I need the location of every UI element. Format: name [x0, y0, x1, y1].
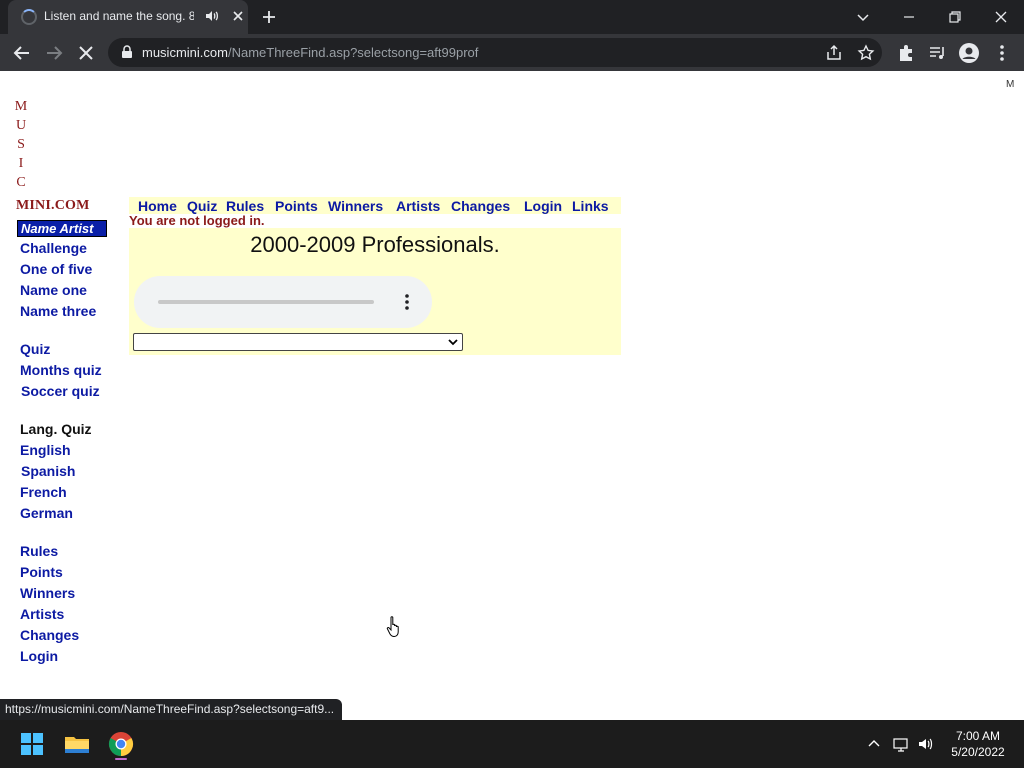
quiz-panel: 2000-2009 Professionals. [129, 228, 621, 355]
sidebar-link-german[interactable]: German [20, 505, 73, 521]
sidebar-link-winners[interactable]: Winners [20, 585, 75, 601]
nav-link-quiz[interactable]: Quiz [187, 198, 217, 214]
page-content: M M U S I C MINI.COM Name Artist Challen… [0, 71, 1024, 720]
tab-title: Listen and name the song. 8( [44, 9, 194, 23]
audio-progress-track[interactable] [158, 300, 374, 304]
sidebar-link-artists[interactable]: Artists [20, 606, 64, 622]
logo-letter: S [17, 137, 25, 152]
link-status-bubble: https://musicmini.com/NameThreeFind.asp?… [0, 699, 343, 720]
chrome-icon[interactable] [105, 728, 137, 760]
windows-taskbar: 7:00 AM 5/20/2022 [0, 720, 1024, 768]
browser-tab[interactable]: Listen and name the song. 8( [8, 0, 248, 34]
sidebar-link-soccer-quiz[interactable]: Soccer quiz [21, 383, 100, 399]
network-icon[interactable] [892, 735, 910, 753]
address-url[interactable]: musicmini.com/NameThreeFind.asp?selectso… [142, 45, 478, 60]
sidebar-link-login[interactable]: Login [20, 648, 58, 664]
panel-title: 2000-2009 Professionals. [250, 232, 500, 257]
back-arrow-icon[interactable] [10, 41, 34, 65]
top-navigation: Home Quiz Rules Points Winners Artists C… [129, 197, 621, 214]
file-explorer-icon[interactable] [61, 728, 93, 760]
sidebar-link-name-three[interactable]: Name three [20, 303, 96, 319]
loading-spinner-icon [21, 9, 37, 25]
sidebar-link-changes[interactable]: Changes [20, 627, 79, 643]
forward-arrow-icon[interactable] [42, 41, 66, 65]
address-bar[interactable]: musicmini.com/NameThreeFind.asp?selectso… [108, 38, 882, 67]
browser-menu-icon[interactable] [990, 41, 1014, 65]
login-status-text: You are not logged in. [129, 213, 265, 228]
sidebar-link-spanish[interactable]: Spanish [21, 463, 75, 479]
speaker-icon[interactable] [204, 8, 220, 24]
name-artist-button[interactable]: Name Artist [17, 220, 107, 237]
sidebar-link-name-one[interactable]: Name one [20, 282, 87, 298]
sidebar-link-points[interactable]: Points [20, 564, 63, 580]
windows-start-icon[interactable] [16, 728, 48, 760]
clock-date: 5/20/2022 [951, 745, 1005, 759]
logo-letter: I [18, 156, 24, 171]
song-select-dropdown[interactable] [133, 333, 463, 351]
browser-toolbar: musicmini.com/NameThreeFind.asp?selectso… [0, 34, 1024, 71]
hand-cursor-icon [386, 616, 399, 637]
nav-link-winners[interactable]: Winners [328, 198, 383, 214]
volume-icon[interactable] [917, 735, 935, 753]
nav-link-artists[interactable]: Artists [396, 198, 440, 214]
close-window-icon[interactable] [989, 5, 1013, 29]
address-path: /NameThreeFind.asp?selectsong=aft99prof [227, 45, 479, 60]
nav-link-points[interactable]: Points [275, 198, 318, 214]
restore-icon[interactable] [943, 5, 967, 29]
chevron-down-icon [448, 339, 458, 346]
nav-link-changes[interactable]: Changes [451, 198, 510, 214]
sidebar-heading-lang-quiz: Lang. Quiz [20, 421, 92, 437]
new-tab-icon[interactable] [258, 6, 280, 28]
nav-link-login[interactable]: Login [524, 198, 562, 214]
nav-link-rules[interactable]: Rules [226, 198, 264, 214]
logo-letter: U [15, 118, 27, 133]
tray-chevron-up-icon[interactable] [865, 735, 883, 753]
clock-time: 7:00 AM [955, 729, 1001, 743]
music-logo-vertical[interactable]: M U S I C [13, 97, 29, 192]
audio-options-icon[interactable] [402, 293, 412, 311]
site-logo-text[interactable]: MINI.COM [16, 198, 90, 214]
sidebar-link-rules[interactable]: Rules [20, 543, 58, 559]
sidebar-link-french[interactable]: French [20, 484, 67, 500]
logo-letter: C [16, 175, 26, 190]
minimize-icon[interactable] [897, 5, 921, 29]
share-icon[interactable] [824, 43, 844, 63]
sidebar-link-one-of-five[interactable]: One of five [20, 261, 92, 277]
profile-avatar-icon[interactable] [957, 41, 981, 65]
browser-titlebar: Listen and name the song. 8( [0, 0, 1024, 34]
corner-text: M [1006, 79, 1015, 90]
sidebar-link-months-quiz[interactable]: Months quiz [20, 362, 102, 378]
close-tab-icon[interactable] [230, 8, 246, 24]
tab-search-chevron-icon[interactable] [851, 5, 875, 29]
bookmark-star-icon[interactable] [856, 43, 876, 63]
extensions-puzzle-icon[interactable] [894, 41, 918, 65]
lock-icon[interactable] [120, 45, 134, 59]
stop-loading-icon[interactable] [74, 41, 98, 65]
nav-link-home[interactable]: Home [138, 198, 177, 214]
nav-link-links[interactable]: Links [572, 198, 609, 214]
sidebar-link-quiz[interactable]: Quiz [20, 341, 50, 357]
sidebar-link-challenge[interactable]: Challenge [20, 240, 87, 256]
taskbar-clock[interactable]: 7:00 AM 5/20/2022 [936, 728, 1020, 760]
logo-letter: M [14, 99, 28, 114]
media-control-icon[interactable] [925, 41, 949, 65]
address-host: musicmini.com [142, 45, 228, 60]
sidebar-link-english[interactable]: English [20, 442, 71, 458]
audio-player[interactable] [134, 276, 432, 328]
